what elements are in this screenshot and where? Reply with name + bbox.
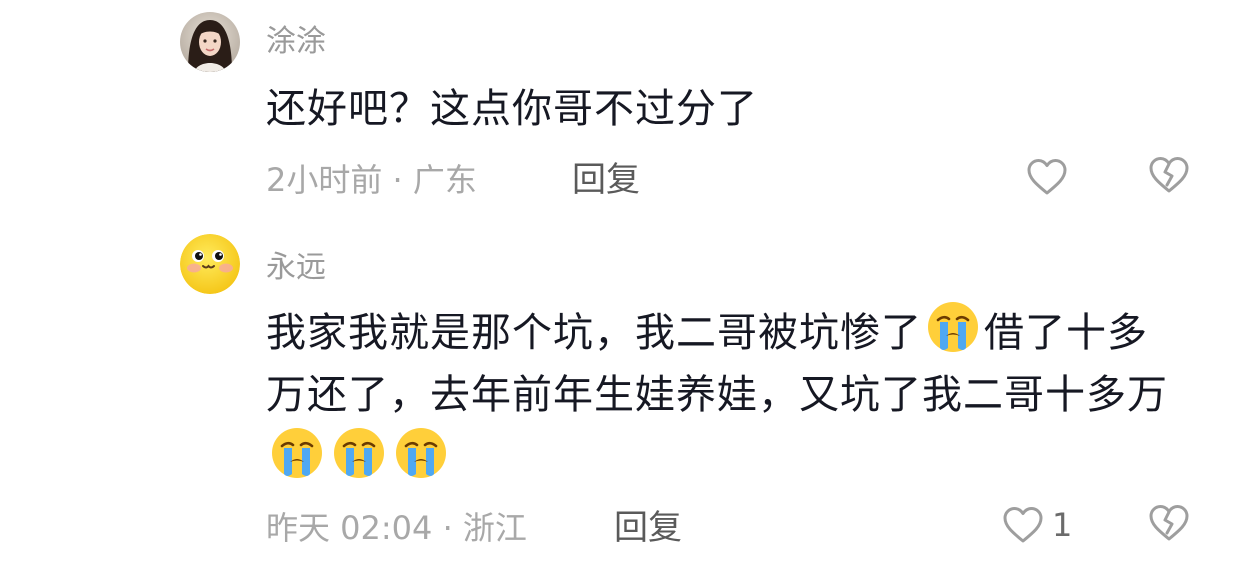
- yellow-face-icon: [180, 234, 240, 294]
- comment-text-part: 我家我就是那个坑，我二哥被坑惨了: [266, 310, 922, 356]
- comment-username[interactable]: 涂涂: [266, 22, 326, 62]
- like-count: 1: [1052, 506, 1073, 544]
- comment-item: 永远 我家我就是那个坑，我二哥被坑惨了 借了十多万还了，去年前年生娃养娃，又坑了…: [0, 220, 1242, 567]
- loudly-crying-face-icon: [272, 428, 322, 478]
- loudly-crying-face-icon: [928, 302, 978, 352]
- user-avatar[interactable]: [180, 234, 240, 294]
- reply-button[interactable]: 回复: [572, 158, 640, 202]
- heart-outline-icon: [1027, 159, 1067, 195]
- comment-time-location: 昨天 02:04 · 浙江: [266, 509, 527, 547]
- heart-outline-icon: [1003, 507, 1043, 543]
- comment-text: 我家我就是那个坑，我二哥被坑惨了 借了十多万还了，去年前年生娃养娃，又坑了我二哥…: [266, 300, 1186, 490]
- broken-heart-icon: [1149, 157, 1189, 193]
- dislike-button[interactable]: [1148, 503, 1192, 547]
- comment-item: 涂涂 还好吧？这点你哥不过分了 2小时前 · 广东 回复: [0, 0, 1242, 220]
- like-button[interactable]: [1026, 155, 1068, 199]
- avatar-photo-icon: [180, 12, 240, 72]
- user-avatar[interactable]: [180, 12, 240, 72]
- reply-button[interactable]: 回复: [614, 506, 682, 550]
- dislike-button[interactable]: [1148, 155, 1192, 199]
- comment-text: 还好吧？这点你哥不过分了: [266, 86, 758, 132]
- loudly-crying-face-icon: [334, 428, 384, 478]
- like-button[interactable]: 1: [1002, 503, 1072, 547]
- comment-time-location: 2小时前 · 广东: [266, 161, 477, 199]
- loudly-crying-face-icon: [396, 428, 446, 478]
- broken-heart-icon: [1149, 505, 1189, 541]
- comment-username[interactable]: 永远: [266, 248, 326, 288]
